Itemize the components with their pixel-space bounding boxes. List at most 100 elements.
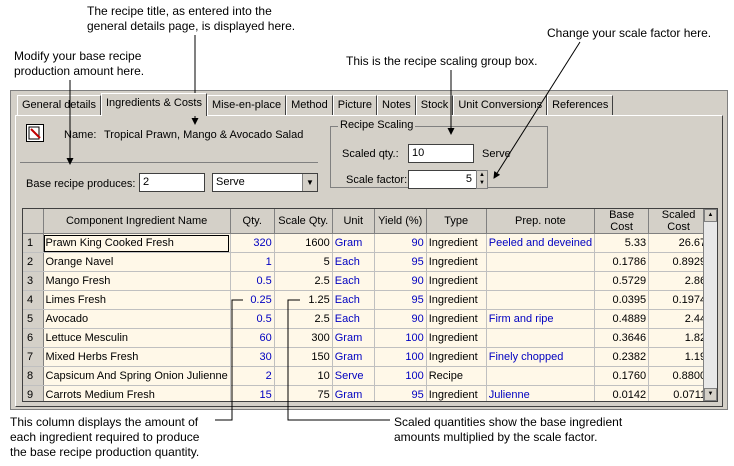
cell-qty[interactable]: 30 [230,347,275,367]
cell-prep-note[interactable] [486,271,596,291]
table-row[interactable]: 6 Lettuce Mesculin 60 300 Gram 100 Ingredient 0… [23,328,710,348]
header-type[interactable]: Type [426,209,487,234]
cell-prep-note[interactable]: Firm and ripe [486,309,596,329]
spin-down-icon[interactable]: ▼ [477,179,487,187]
cell-ingredient-name[interactable]: Orange Navel [43,252,231,272]
header-unit[interactable]: Unit [332,209,375,234]
cell-prep-note[interactable]: Peeled and deveined [486,233,596,253]
cell-unit[interactable]: Each [332,309,375,329]
cell-qty[interactable]: 1 [230,252,275,272]
base-unit-select[interactable]: Serve ▼ [212,173,318,192]
cell-scale-qty[interactable]: 5 [274,252,333,272]
header-base-cost[interactable]: Base Cost [594,209,650,234]
tab-method[interactable]: Method [286,95,333,115]
table-row[interactable]: 3 Mango Fresh 0.5 2.5 Each 90 Ingredient 0.5729… [23,271,710,291]
cell-base-cost[interactable]: 0.0142 [594,385,650,401]
cell-unit[interactable]: Serve [332,366,375,386]
cell-scale-qty[interactable]: 2.5 [274,271,333,291]
cell-scale-qty[interactable]: 1600 [274,233,333,253]
cell-qty[interactable]: 2 [230,366,275,386]
header-qty[interactable]: Qty. [230,209,275,234]
cell-prep-note[interactable]: Julienne [486,385,596,401]
table-row[interactable]: 9 Carrots Medium Fresh 15 75 Gram 95 Ingredien… [23,385,710,401]
cell-yield[interactable]: 90 [374,271,427,291]
cell-base-cost[interactable]: 0.5729 [594,271,650,291]
cell-type[interactable]: Ingredient [426,385,487,401]
cell-scaled-cost[interactable]: 2.44 [648,309,710,329]
tab-notes[interactable]: Notes [377,95,416,115]
tab-ingredients-costs[interactable]: Ingredients & Costs [101,93,207,116]
header-scale-qty[interactable]: Scale Qty. [274,209,333,234]
cell-yield[interactable]: 95 [374,385,427,401]
cell-prep-note[interactable] [486,366,596,386]
cell-base-cost[interactable]: 0.0395 [594,290,650,310]
cell-yield[interactable]: 100 [374,347,427,367]
cell-ingredient-name[interactable]: Mango Fresh [43,271,231,291]
cell-yield[interactable]: 95 [374,252,427,272]
cell-unit[interactable]: Gram [332,347,375,367]
header-ingredient-name[interactable]: Component Ingredient Name [43,209,231,234]
cell-scale-qty[interactable]: 10 [274,366,333,386]
cell-ingredient-name[interactable]: Limes Fresh [43,290,231,310]
cell-type[interactable]: Recipe [426,366,487,386]
cell-yield[interactable]: 95 [374,290,427,310]
cell-unit[interactable]: Each [332,271,375,291]
cell-prep-note[interactable]: Finely chopped [486,347,596,367]
recipe-edit-icon[interactable] [26,124,44,142]
cell-type[interactable]: Ingredient [426,328,487,348]
cell-type[interactable]: Ingredient [426,252,487,272]
cell-prep-note[interactable] [486,328,596,348]
cell-ingredient-name[interactable]: Capsicum And Spring Onion Julienne [43,366,231,386]
cell-unit[interactable]: Each [332,290,375,310]
cell-scale-qty[interactable]: 75 [274,385,333,401]
tab-picture[interactable]: Picture [332,95,378,115]
cell-scaled-cost[interactable]: 0.8800 [648,366,710,386]
cell-yield[interactable]: 100 [374,366,427,386]
cell-ingredient-name[interactable]: Carrots Medium Fresh [43,385,231,401]
cell-type[interactable]: Ingredient [426,233,487,253]
cell-scale-qty[interactable]: 150 [274,347,333,367]
cell-qty[interactable]: 60 [230,328,275,348]
grid-vertical-scrollbar[interactable]: ▲ ▼ [703,209,717,401]
chevron-down-icon[interactable]: ▼ [302,174,317,191]
cell-qty[interactable]: 15 [230,385,275,401]
cell-scaled-cost[interactable]: 0.0711 [648,385,710,401]
cell-qty[interactable]: 0.5 [230,309,275,329]
scroll-down-icon[interactable]: ▼ [704,388,717,401]
tab-unit-conversions[interactable]: Unit Conversions [453,95,548,115]
cell-prep-note[interactable] [486,290,596,310]
cell-base-cost[interactable]: 0.4889 [594,309,650,329]
cell-type[interactable]: Ingredient [426,290,487,310]
scroll-up-icon[interactable]: ▲ [704,209,717,222]
spin-up-icon[interactable]: ▲ [477,171,487,179]
cell-ingredient-name[interactable]: Lettuce Mesculin [43,328,231,348]
tab-mise-en-place[interactable]: Mise-en-place [207,95,287,115]
table-row[interactable]: 7 Mixed Herbs Fresh 30 150 Gram 100 Ingredient… [23,347,710,367]
cell-qty[interactable]: 0.25 [230,290,275,310]
cell-unit[interactable]: Gram [332,233,375,253]
cell-scale-qty[interactable]: 2.5 [274,309,333,329]
cell-ingredient-name[interactable]: Avocado [43,309,231,329]
cell-ingredient-name[interactable]: Prawn King Cooked Fresh [43,233,231,253]
table-row[interactable]: 5 Avocado 0.5 2.5 Each 90 Ingredient Firm and r… [23,309,710,329]
table-row[interactable]: 1 Prawn King Cooked Fresh 320 1600 Gram 90 Ing… [23,233,710,253]
scale-factor-spinner[interactable]: ▲ ▼ [476,170,488,189]
cell-yield[interactable]: 90 [374,233,427,253]
cell-scaled-cost[interactable]: 2.86 [648,271,710,291]
cell-qty[interactable]: 320 [230,233,275,253]
header-yield[interactable]: Yield (%) [374,209,427,234]
tab-references[interactable]: References [547,95,614,115]
cell-scale-qty[interactable]: 1.25 [274,290,333,310]
cell-scaled-cost[interactable]: 0.1974 [648,290,710,310]
cell-unit[interactable]: Gram [332,328,375,348]
scaled-qty-input[interactable]: 10 [408,144,474,163]
cell-qty[interactable]: 0.5 [230,271,275,291]
cell-unit[interactable]: Each [332,252,375,272]
tab-general-details[interactable]: General details [17,95,101,115]
cell-base-cost[interactable]: 0.2382 [594,347,650,367]
cell-unit[interactable]: Gram [332,385,375,401]
cell-type[interactable]: Ingredient [426,271,487,291]
cell-yield[interactable]: 100 [374,328,427,348]
cell-base-cost[interactable]: 5.33 [594,233,650,253]
cell-scale-qty[interactable]: 300 [274,328,333,348]
